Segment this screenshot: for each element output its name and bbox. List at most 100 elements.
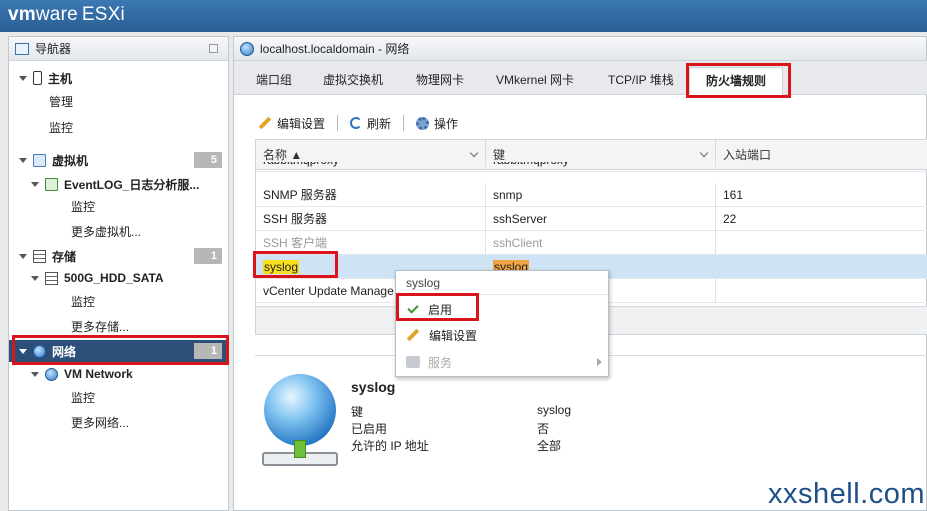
nav-item-more-storage[interactable]: 更多存储...	[9, 315, 228, 337]
vm-icon	[33, 153, 46, 167]
refresh-button[interactable]: 刷新	[350, 115, 391, 132]
expand-icon[interactable]	[31, 275, 39, 281]
gear-icon	[416, 116, 430, 130]
nav-item-storage-monitor[interactable]: 监控	[9, 290, 228, 312]
nav-label: 500G_HDD_SATA	[64, 271, 164, 285]
cell-key: snmp	[486, 183, 716, 207]
cell-name-text: syslog	[263, 260, 300, 274]
header-label: 键	[493, 148, 506, 162]
cell-name: rabbitmqproxy	[256, 162, 486, 171]
cell-key: sshServer	[486, 207, 716, 231]
context-menu-title: syslog	[396, 271, 608, 295]
nav-item-network[interactable]: 网络 1	[9, 340, 228, 362]
nav-item-host-manage[interactable]: 管理	[9, 90, 228, 112]
tab-port-groups[interactable]: 端口组	[256, 69, 292, 93]
tab-firewall-rules[interactable]: 防火墙规则	[689, 67, 784, 95]
main-header: localhost.localdomain - 网络	[234, 37, 926, 61]
nav-label: 更多虚拟机...	[71, 224, 142, 239]
tab-tcpip-stacks[interactable]: TCP/IP 堆栈	[608, 69, 674, 93]
toolbar-separator	[403, 115, 405, 131]
expand-icon[interactable]	[31, 181, 39, 187]
expand-icon[interactable]	[19, 348, 27, 354]
cell-port	[716, 231, 927, 255]
portgroup-icon	[45, 367, 58, 381]
nav-item-more-networks[interactable]: 更多网络...	[9, 411, 228, 433]
expand-icon[interactable]	[31, 371, 39, 377]
cell-port	[716, 279, 927, 303]
chevron-right-icon	[597, 358, 602, 366]
menu-item-enable[interactable]: 启用	[396, 296, 608, 322]
table-row[interactable]: SSH 服务器 sshServer 22	[256, 207, 927, 231]
nav-item-host[interactable]: 主机	[9, 67, 228, 89]
nav-label: 更多网络...	[71, 415, 130, 430]
vm-powered-on-icon	[45, 177, 58, 191]
nav-label: 网络	[52, 344, 77, 359]
expand-icon[interactable]	[19, 75, 27, 81]
nav-item-network-monitor[interactable]: 监控	[9, 386, 228, 408]
expand-icon[interactable]	[19, 253, 27, 259]
cell-port	[716, 162, 927, 171]
edit-label: 编辑设置	[277, 116, 326, 131]
details-enabled-value: 否	[537, 422, 550, 436]
tab-physical-nics[interactable]: 物理网卡	[416, 69, 464, 93]
details-allowed-ip-value: 全部	[537, 439, 562, 453]
expand-icon[interactable]	[19, 157, 27, 163]
cell-port: 161	[716, 183, 927, 207]
actions-button[interactable]: 操作	[416, 115, 458, 132]
tab-virtual-switches[interactable]: 虚拟交换机	[323, 69, 383, 93]
globe-icon	[264, 374, 336, 446]
menu-label: 服务	[428, 355, 453, 370]
navigator-title: 导航器	[35, 42, 72, 56]
nav-item-vm-network[interactable]: VM Network	[9, 363, 228, 385]
collapse-icon[interactable]	[209, 44, 218, 53]
top-bar: vmware ESXi	[0, 0, 927, 32]
cell-key: rabbitmqproxy	[486, 162, 716, 171]
network-icon	[240, 41, 254, 56]
tab-bar: 端口组 虚拟交换机 物理网卡 VMkernel 网卡 TCP/IP 堆栈 防火墙…	[234, 61, 927, 95]
refresh-icon	[350, 117, 363, 129]
cell-port	[716, 255, 927, 279]
tab-vmkernel-nics[interactable]: VMkernel 网卡	[496, 69, 574, 93]
nav-label: 更多存储...	[71, 319, 130, 334]
table-row[interactable]: SSH 客户端 sshClient	[256, 231, 927, 255]
watermark: xxshell.com	[768, 478, 925, 510]
check-icon	[407, 301, 419, 314]
nav-item-vm-eventlog[interactable]: EventLOG_日志分析服...	[9, 173, 228, 195]
navigator-header: 导航器	[9, 37, 228, 61]
nav-item-more-vms[interactable]: 更多虚拟机...	[9, 220, 228, 242]
page-title: localhost.localdomain - 网络	[260, 42, 410, 56]
nav-item-vms[interactable]: 虚拟机 5	[9, 149, 228, 171]
nav-item-vm-monitor[interactable]: 监控	[9, 195, 228, 217]
globe-stand-icon	[294, 440, 306, 458]
cell-name: SSH 服务器	[256, 207, 486, 231]
toolbar-separator	[337, 115, 339, 131]
nav-item-storage[interactable]: 存储 1	[9, 245, 228, 267]
details-key-value: syslog	[537, 403, 572, 417]
header-label: 入站端口	[723, 148, 772, 162]
count-badge: 1	[194, 343, 222, 359]
menu-item-services[interactable]: 服务	[396, 349, 608, 375]
storage-icon	[33, 249, 46, 263]
nav-label: 虚拟机	[52, 153, 89, 168]
count-badge: 5	[194, 152, 222, 168]
brand-ware: ware	[35, 4, 78, 25]
table-row[interactable]: rabbitmqproxy rabbitmqproxy	[256, 162, 927, 172]
menu-label: 编辑设置	[429, 328, 478, 343]
nav-item-host-monitor[interactable]: 监控	[9, 116, 228, 138]
nav-label: VM Network	[64, 367, 133, 381]
chevron-down-icon[interactable]	[699, 148, 709, 158]
brand-vm: vm	[8, 4, 36, 25]
cell-name: SSH 客户端	[256, 231, 486, 255]
header-label: 名称 ▲	[263, 148, 303, 162]
nav-label: 监控	[49, 120, 74, 135]
details-key-label: 键	[351, 405, 364, 419]
pencil-icon	[406, 328, 420, 342]
menu-item-edit-settings[interactable]: 编辑设置	[396, 322, 608, 348]
services-icon	[406, 356, 420, 368]
nav-item-datastore[interactable]: 500G_HDD_SATA	[9, 267, 228, 289]
table-row[interactable]: SNMP 服务器 snmp 161	[256, 183, 927, 207]
host-icon	[33, 71, 42, 85]
edit-settings-button[interactable]: 编辑设置	[258, 115, 325, 132]
nav-label: 监控	[71, 199, 96, 214]
chevron-down-icon[interactable]	[469, 148, 479, 158]
